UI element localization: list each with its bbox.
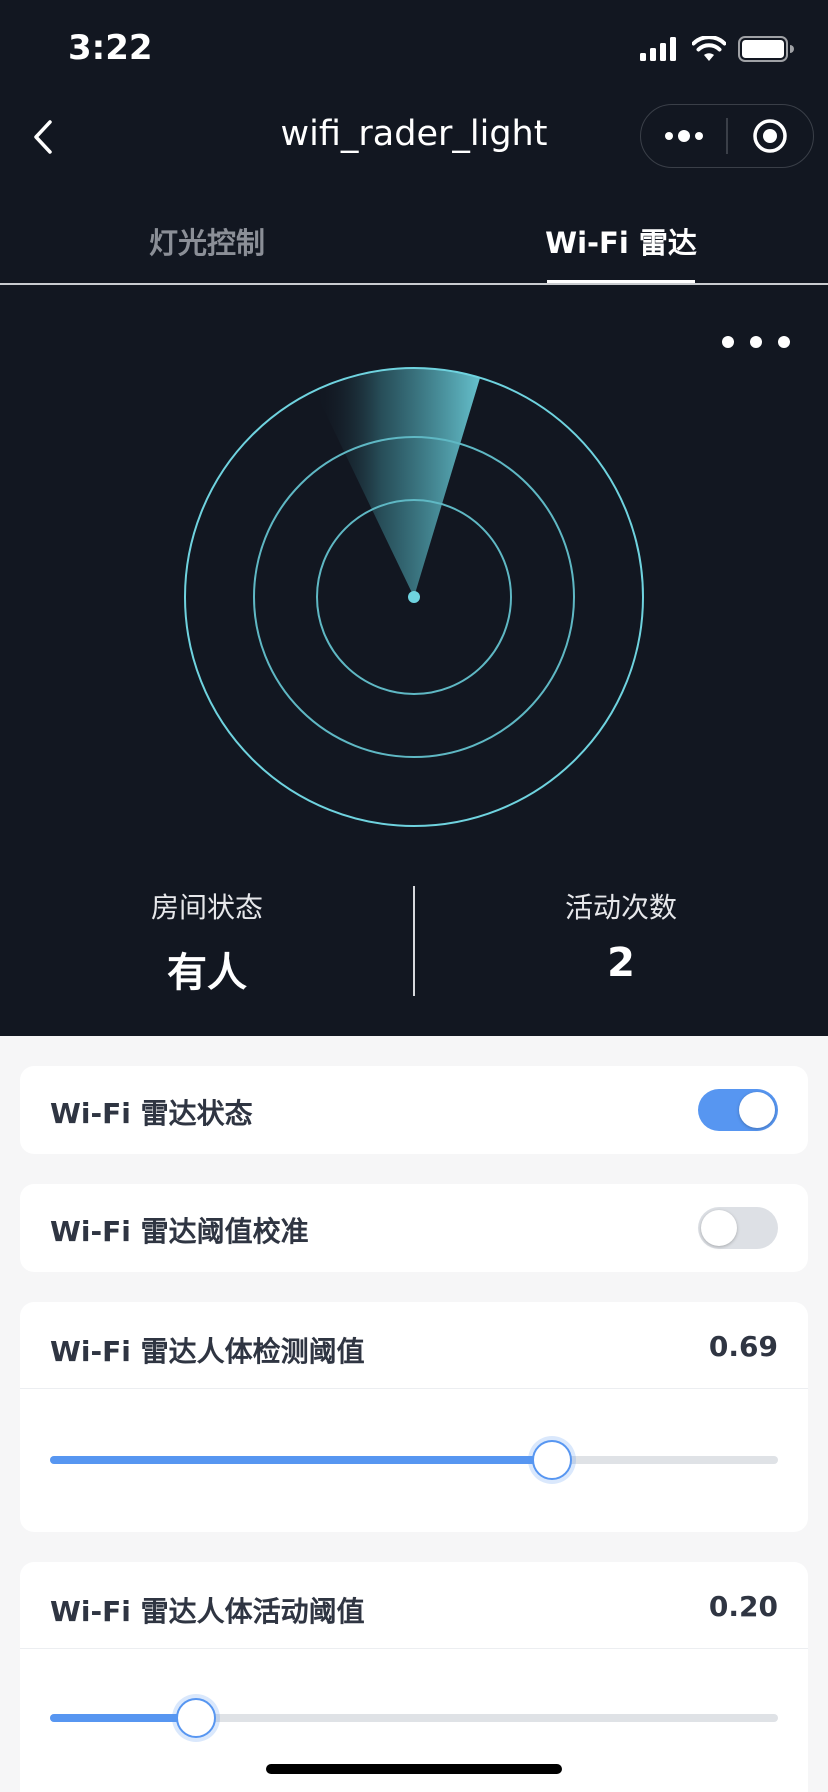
- more-button[interactable]: [641, 105, 726, 167]
- radar-status-label: Wi-Fi 雷达状态: [50, 1097, 253, 1130]
- activity-threshold-value: 0.20: [708, 1590, 778, 1623]
- card-divider: [20, 1388, 808, 1389]
- radar-center-dot: [408, 591, 420, 603]
- activity-count-label: 活动次数: [564, 891, 677, 924]
- mini-program-capsule: [640, 104, 814, 168]
- radar-status-card: Wi-Fi 雷达状态: [20, 1066, 808, 1154]
- activity-count-value: 2: [607, 940, 635, 986]
- status-time: 3:22: [68, 28, 153, 68]
- room-status-value: 有人: [167, 950, 247, 996]
- slider-thumb[interactable]: [532, 1440, 573, 1480]
- radar-status-toggle[interactable]: [698, 1089, 778, 1131]
- card-divider: [20, 1648, 808, 1649]
- threshold-calibration-card: Wi-Fi 雷达阈值校准: [20, 1184, 808, 1272]
- battery-icon: [738, 36, 794, 62]
- tab-wifi-radar[interactable]: Wi-Fi 雷达: [414, 220, 828, 262]
- record-target-icon: [753, 119, 788, 153]
- status-icons: [640, 36, 794, 62]
- slider-thumb[interactable]: [175, 1698, 216, 1738]
- signal-icon: [640, 37, 676, 61]
- detection-threshold-slider[interactable]: [50, 1438, 778, 1482]
- radar-sweep: [315, 368, 480, 597]
- activity-threshold-slider[interactable]: [50, 1696, 778, 1740]
- more-dots-icon: [664, 130, 703, 142]
- detection-threshold-value: 0.69: [708, 1330, 778, 1363]
- toggle-knob: [739, 1092, 775, 1128]
- wifi-icon: [692, 36, 726, 61]
- tab-light-control[interactable]: 灯光控制: [0, 220, 414, 262]
- activity-threshold-label: Wi-Fi 雷达人体活动阈值: [50, 1595, 365, 1628]
- activity-threshold-card: Wi-Fi 雷达人体活动阈值 0.20: [20, 1562, 808, 1792]
- radar-more-button[interactable]: [722, 330, 790, 354]
- toggle-knob: [701, 1210, 737, 1246]
- detection-threshold-label: Wi-Fi 雷达人体检测阈值: [50, 1335, 365, 1368]
- room-status-label: 房间状态: [150, 891, 263, 924]
- home-indicator: [266, 1764, 562, 1774]
- tabs-divider: [0, 283, 828, 285]
- threshold-calibration-toggle[interactable]: [698, 1207, 778, 1249]
- slider-fill: [50, 1714, 196, 1722]
- room-status: 房间状态 有人: [0, 886, 414, 998]
- radar-display: [184, 367, 644, 827]
- overflow-dots-icon: [722, 336, 734, 348]
- threshold-calibration-label: Wi-Fi 雷达阈值校准: [50, 1215, 309, 1248]
- slider-fill: [50, 1456, 553, 1464]
- detection-threshold-card: Wi-Fi 雷达人体检测阈值 0.69: [20, 1302, 808, 1532]
- activity-count: 活动次数 2: [414, 886, 828, 986]
- close-button[interactable]: [728, 105, 813, 167]
